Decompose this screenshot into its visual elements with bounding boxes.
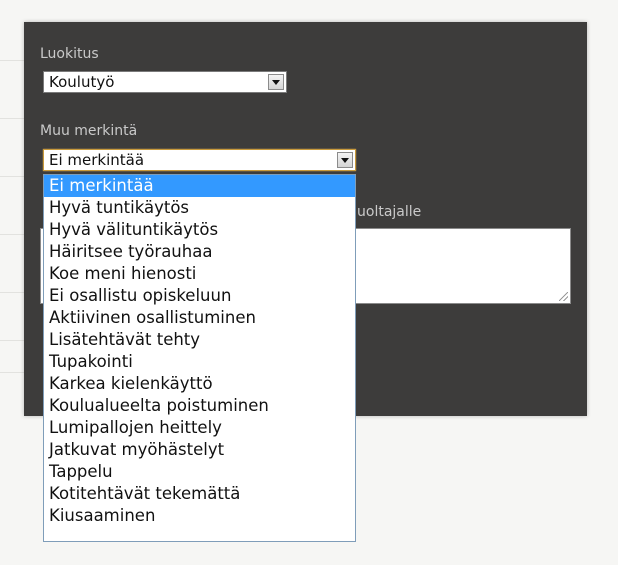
dropdown-option[interactable]: Hyvä tuntikäytös bbox=[44, 197, 355, 219]
dropdown-option[interactable]: Häiritsee työrauhaa bbox=[44, 241, 355, 263]
chevron-down-icon[interactable] bbox=[268, 74, 284, 90]
dropdown-option[interactable]: Hyvä välituntikäytös bbox=[44, 219, 355, 241]
other-mark-dropdown-list[interactable]: Ei merkintää Hyvä tuntikäytös Hyvä välit… bbox=[43, 174, 356, 542]
dropdown-option[interactable]: Aktiivinen osallistuminen bbox=[44, 307, 355, 329]
dropdown-option[interactable]: Tappelu bbox=[44, 461, 355, 483]
dropdown-option[interactable]: Kotitehtävät tekemättä bbox=[44, 483, 355, 505]
classification-value: Koulutyö bbox=[49, 73, 115, 91]
dropdown-option[interactable]: Koulualueelta poistuminen bbox=[44, 395, 355, 417]
resize-grip-icon[interactable] bbox=[559, 292, 568, 301]
other-mark-value: Ei merkintää bbox=[49, 151, 145, 169]
background-lines bbox=[0, 0, 24, 565]
dropdown-option[interactable]: Ei osallistu opiskeluun bbox=[44, 285, 355, 307]
other-mark-select[interactable]: Ei merkintää bbox=[43, 149, 356, 171]
classification-select[interactable]: Koulutyö bbox=[43, 71, 287, 93]
message-label-partial: uoltajalle bbox=[357, 204, 422, 220]
classification-label: Luokitus bbox=[40, 46, 99, 62]
other-mark-label: Muu merkintä bbox=[40, 123, 138, 139]
chevron-down-icon[interactable] bbox=[337, 152, 353, 168]
dropdown-option[interactable]: Koe meni hienosti bbox=[44, 263, 355, 285]
dropdown-option[interactable]: Tupakointi bbox=[44, 351, 355, 373]
dropdown-option[interactable]: Ei merkintää bbox=[44, 175, 355, 197]
dropdown-option[interactable]: Kiusaaminen bbox=[44, 505, 355, 527]
dropdown-option[interactable]: Jatkuvat myöhästelyt bbox=[44, 439, 355, 461]
dropdown-option[interactable]: Karkea kielenkäyttö bbox=[44, 373, 355, 395]
dropdown-option[interactable]: Lisätehtävät tehty bbox=[44, 329, 355, 351]
dropdown-option[interactable]: Lumipallojen heittely bbox=[44, 417, 355, 439]
